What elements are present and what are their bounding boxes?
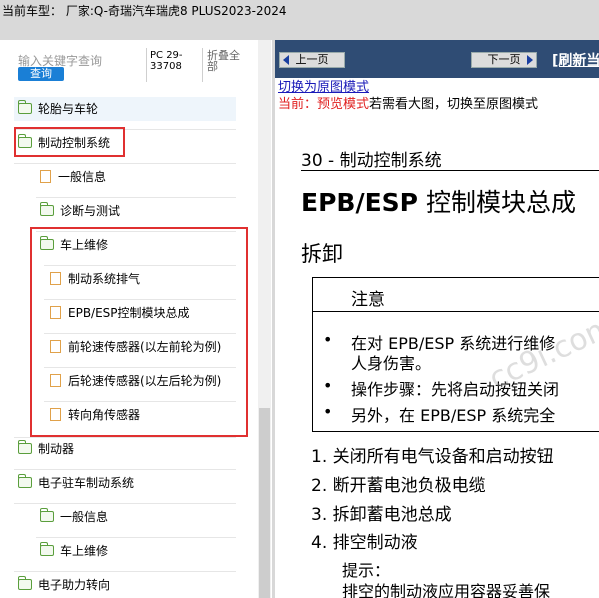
row-separator (14, 469, 236, 470)
search-button[interactable]: 查询 (18, 67, 64, 81)
arrow-left-icon (283, 55, 289, 65)
caution-title: 注意 (351, 290, 385, 310)
preview-mode-label: 当前：预览模式 (278, 97, 370, 112)
doc-section-heading: 30 - 制动控制系统 (301, 151, 442, 171)
row-separator (44, 333, 236, 334)
tree-item-electric-power-steering[interactable]: 电子助力转向 (14, 573, 236, 597)
bullet-dot: • (323, 376, 333, 395)
row-separator (44, 265, 236, 266)
folder-open-icon (40, 236, 54, 250)
row-separator (36, 197, 236, 198)
tree-item-rear-wheel-speed-sensor[interactable]: 后轮速传感器(以左后轮为例) (46, 369, 236, 393)
tree-item-brakes[interactable]: 制动器 (14, 437, 236, 461)
caution-bullet-3: 另外，在 EPB/ESP 系统完全 (351, 406, 556, 425)
sidebar-tree: 输入关键字查询 查询 PC 29-33708 折叠全部 轮胎与车轮 制动控制系统… (0, 40, 272, 598)
tree-item-diagnosis-testing[interactable]: 诊断与测试 (36, 199, 236, 223)
tree-item-on-vehicle-service[interactable]: 车上维修 (36, 233, 236, 257)
current-model-title: 当前车型： 厂家:Q-奇瑞汽车瑞虎8 PLUS2023-2024 (2, 4, 287, 18)
document-icon (50, 340, 61, 353)
tree-item-epb-on-vehicle-service[interactable]: 车上维修 (36, 539, 236, 563)
caution-header: 注意 (313, 278, 599, 312)
tree-item-electronic-parking-brake[interactable]: 电子驻车制动系统 (14, 471, 236, 495)
content-toolbar: 上一页 下一页 [刷新当 (275, 40, 599, 78)
row-separator (44, 401, 236, 402)
row-separator (36, 537, 236, 538)
document-icon (50, 306, 61, 319)
tree-item-tires-wheels[interactable]: 轮胎与车轮 (14, 97, 236, 121)
folder-icon (40, 202, 54, 216)
step-4: 4. 排空制动液 (311, 533, 418, 553)
preview-mode-notice: 当前：预览模式若需看大图，切换至原图模式 (278, 93, 538, 112)
column-divider (202, 48, 203, 82)
doc-title: EPB/ESP 控制模块总成 (301, 188, 576, 217)
document-icon (50, 374, 61, 387)
content-panel: 上一页 下一页 [刷新当 切换为原图模式 当前：预览模式若需看大图，切换至原图模… (275, 40, 599, 598)
collapse-all-button[interactable]: 折叠全部 (207, 50, 247, 72)
tree-item-epb-esp-module[interactable]: EPB/ESP控制模块总成 (46, 301, 236, 325)
row-separator (14, 571, 236, 572)
step-2: 2. 断开蓄电池负极电缆 (311, 476, 486, 496)
prev-page-button[interactable]: 上一页 (279, 52, 345, 68)
document-icon (40, 170, 51, 183)
folder-icon (40, 508, 54, 522)
bullet-dot: • (323, 402, 333, 421)
row-separator (44, 299, 236, 300)
tree-item-steering-angle-sensor[interactable]: 转向角传感器 (46, 403, 236, 427)
folder-open-icon (18, 474, 32, 488)
highlight-box-brake-control (14, 127, 125, 157)
folder-icon (40, 542, 54, 556)
hint-text: 排空的制动液应用容器妥善保 (342, 582, 551, 598)
sidebar-scrollbar-thumb[interactable] (259, 408, 270, 598)
doc-subtitle: 拆卸 (301, 242, 343, 266)
step-3: 3. 拆卸蓄电池总成 (311, 505, 452, 525)
document-icon (50, 272, 61, 285)
next-page-button[interactable]: 下一页 (471, 52, 537, 68)
arrow-right-icon (527, 55, 533, 65)
app-header: 当前车型： 厂家:Q-奇瑞汽车瑞虎8 PLUS2023-2024 (0, 0, 599, 40)
row-separator (14, 503, 236, 504)
tree-item-front-wheel-speed-sensor[interactable]: 前轮速传感器(以左前轮为例) (46, 335, 236, 359)
row-separator (44, 367, 236, 368)
pc-code-label: PC 29-33708 (150, 50, 183, 72)
column-divider (146, 48, 147, 82)
doc-rule (301, 170, 599, 171)
step-1: 1. 关闭所有电气设备和启动按钮 (311, 447, 554, 467)
tree-item-brake-bleeding[interactable]: 制动系统排气 (46, 267, 236, 291)
folder-icon (18, 576, 32, 590)
refresh-link[interactable]: [刷新当 (552, 50, 599, 70)
bullet-dot: • (323, 330, 333, 349)
folder-icon (18, 440, 32, 454)
caution-bullet-1-line2: 人身伤害。 (351, 354, 432, 373)
preview-mode-hint: 若需看大图，切换至原图模式 (369, 97, 539, 112)
document-icon (50, 408, 61, 421)
tree-item-epb-general-info[interactable]: 一般信息 (36, 505, 236, 529)
folder-icon (18, 100, 32, 114)
row-separator (14, 163, 236, 164)
tree-item-general-info[interactable]: 一般信息 (36, 165, 236, 189)
